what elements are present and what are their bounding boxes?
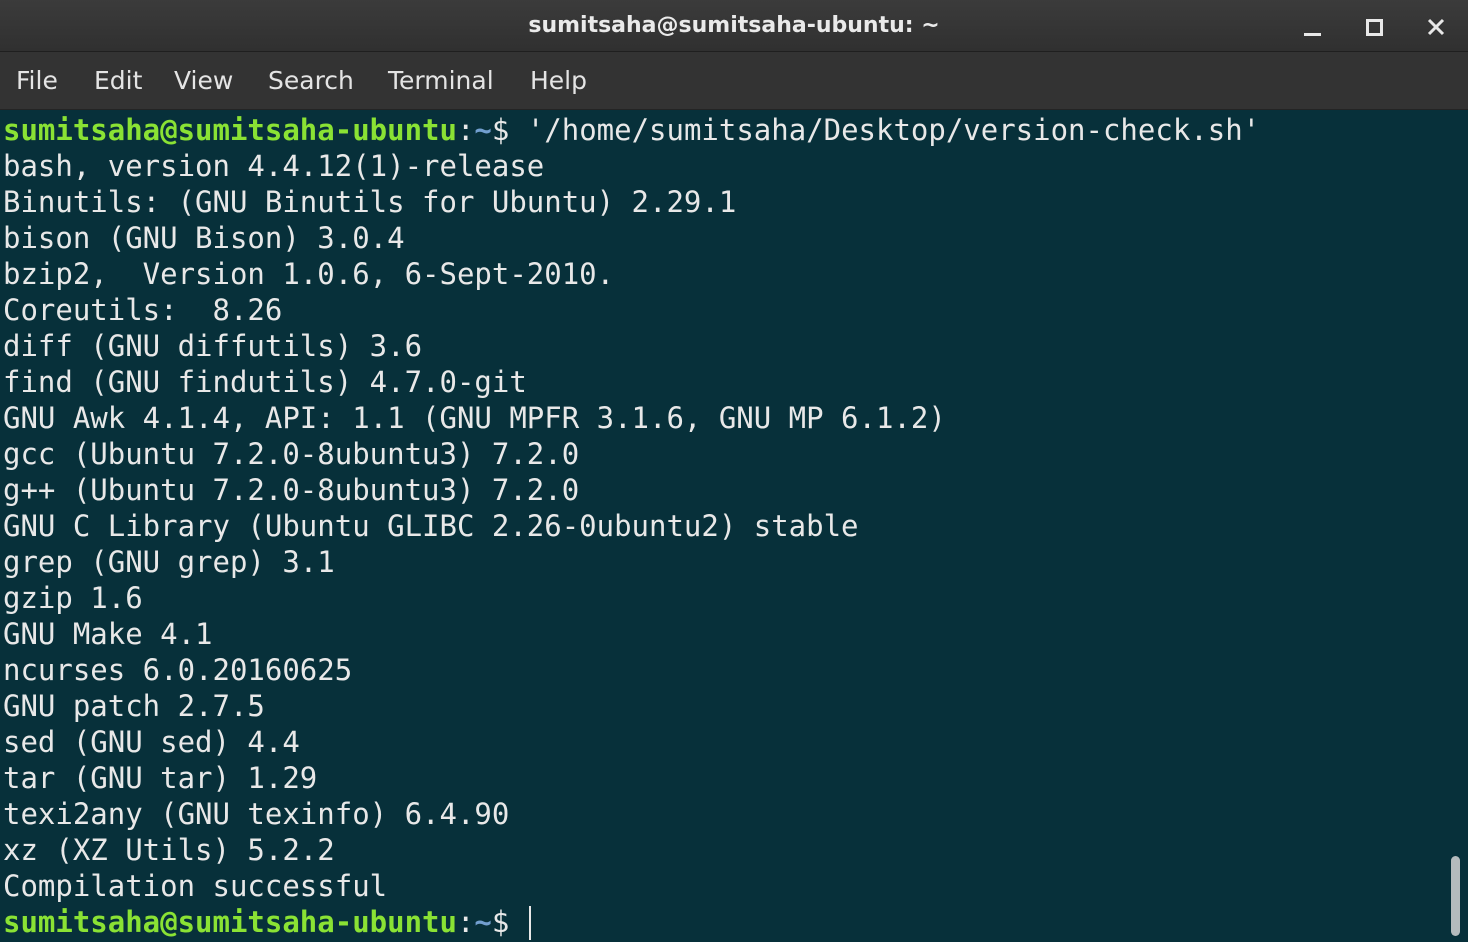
output-line: Compilation successful — [3, 869, 388, 903]
close-button[interactable] — [1419, 10, 1453, 44]
output-line: gcc (Ubuntu 7.2.0-8ubuntu3) 7.2.0 — [3, 437, 580, 471]
command-line: sumitsaha@sumitsaha-ubuntu:~$ '/home/sum… — [3, 112, 1260, 148]
prompt-separator: : — [456, 905, 475, 939]
maximize-button[interactable] — [1357, 10, 1391, 44]
menu-help[interactable]: Help — [530, 66, 587, 96]
output-line: gzip 1.6 — [3, 581, 143, 615]
output-line: GNU patch 2.7.5 — [3, 689, 265, 723]
output-line: tar (GNU tar) 1.29 — [3, 761, 318, 795]
prompt-separator: : — [456, 113, 475, 147]
prompt-symbol: $ — [491, 113, 527, 147]
output-line: bash, version 4.4.12(1)-release — [3, 149, 545, 183]
output-line: GNU Make 4.1 — [3, 617, 213, 651]
minimize-icon — [1304, 33, 1321, 36]
prompt-symbol: $ — [491, 905, 527, 939]
title-bar[interactable]: sumitsaha@sumitsaha-ubuntu: ~ — [0, 0, 1468, 52]
terminal-window: sumitsaha@sumitsaha-ubuntu: ~ File Edit … — [0, 0, 1468, 942]
close-icon — [1427, 18, 1445, 36]
window-title: sumitsaha@sumitsaha-ubuntu: ~ — [528, 13, 940, 38]
menu-bar: File Edit View Search Terminal Help — [0, 52, 1468, 110]
prompt-user: sumitsaha@sumitsaha-ubuntu — [3, 113, 457, 147]
menu-terminal[interactable]: Terminal — [388, 66, 494, 96]
scrollbar-thumb[interactable] — [1451, 856, 1460, 936]
output-line: grep (GNU grep) 3.1 — [3, 545, 335, 579]
output-line: ncurses 6.0.20160625 — [3, 653, 353, 687]
prompt-line[interactable]: sumitsaha@sumitsaha-ubuntu:~$ — [3, 904, 531, 940]
output-line: Coreutils: 8.26 — [3, 293, 283, 327]
output-line: xz (XZ Utils) 5.2.2 — [3, 833, 335, 867]
prompt-user: sumitsaha@sumitsaha-ubuntu — [3, 905, 457, 939]
output-line: Binutils: (GNU Binutils for Ubuntu) 2.29… — [3, 185, 737, 219]
output-line: texi2any (GNU texinfo) 6.4.90 — [3, 797, 510, 831]
output-line: bison (GNU Bison) 3.0.4 — [3, 221, 405, 255]
output-line: diff (GNU diffutils) 3.6 — [3, 329, 423, 363]
command-text: '/home/sumitsaha/Desktop/version-check.s… — [526, 113, 1261, 147]
output-line: bzip2, Version 1.0.6, 6-Sept-2010. — [3, 257, 615, 291]
prompt-path: ~ — [474, 113, 492, 147]
output-line: sed (GNU sed) 4.4 — [3, 725, 300, 759]
terminal-area[interactable]: sumitsaha@sumitsaha-ubuntu:~$ '/home/sum… — [0, 110, 1444, 942]
menu-search[interactable]: Search — [268, 66, 354, 96]
menu-edit[interactable]: Edit — [94, 66, 142, 96]
menu-view[interactable]: View — [174, 66, 233, 96]
maximize-icon — [1366, 19, 1383, 36]
menu-file[interactable]: File — [16, 66, 58, 96]
output-line: g++ (Ubuntu 7.2.0-8ubuntu3) 7.2.0 — [3, 473, 580, 507]
prompt-path: ~ — [474, 905, 492, 939]
output-line: GNU C Library (Ubuntu GLIBC 2.26-0ubuntu… — [3, 509, 859, 543]
minimize-button[interactable] — [1295, 10, 1329, 44]
output-line: find (GNU findutils) 4.7.0-git — [3, 365, 527, 399]
text-cursor — [528, 906, 531, 940]
output-line: GNU Awk 4.1.4, API: 1.1 (GNU MPFR 3.1.6,… — [3, 401, 946, 435]
scrollbar[interactable] — [1444, 110, 1468, 942]
